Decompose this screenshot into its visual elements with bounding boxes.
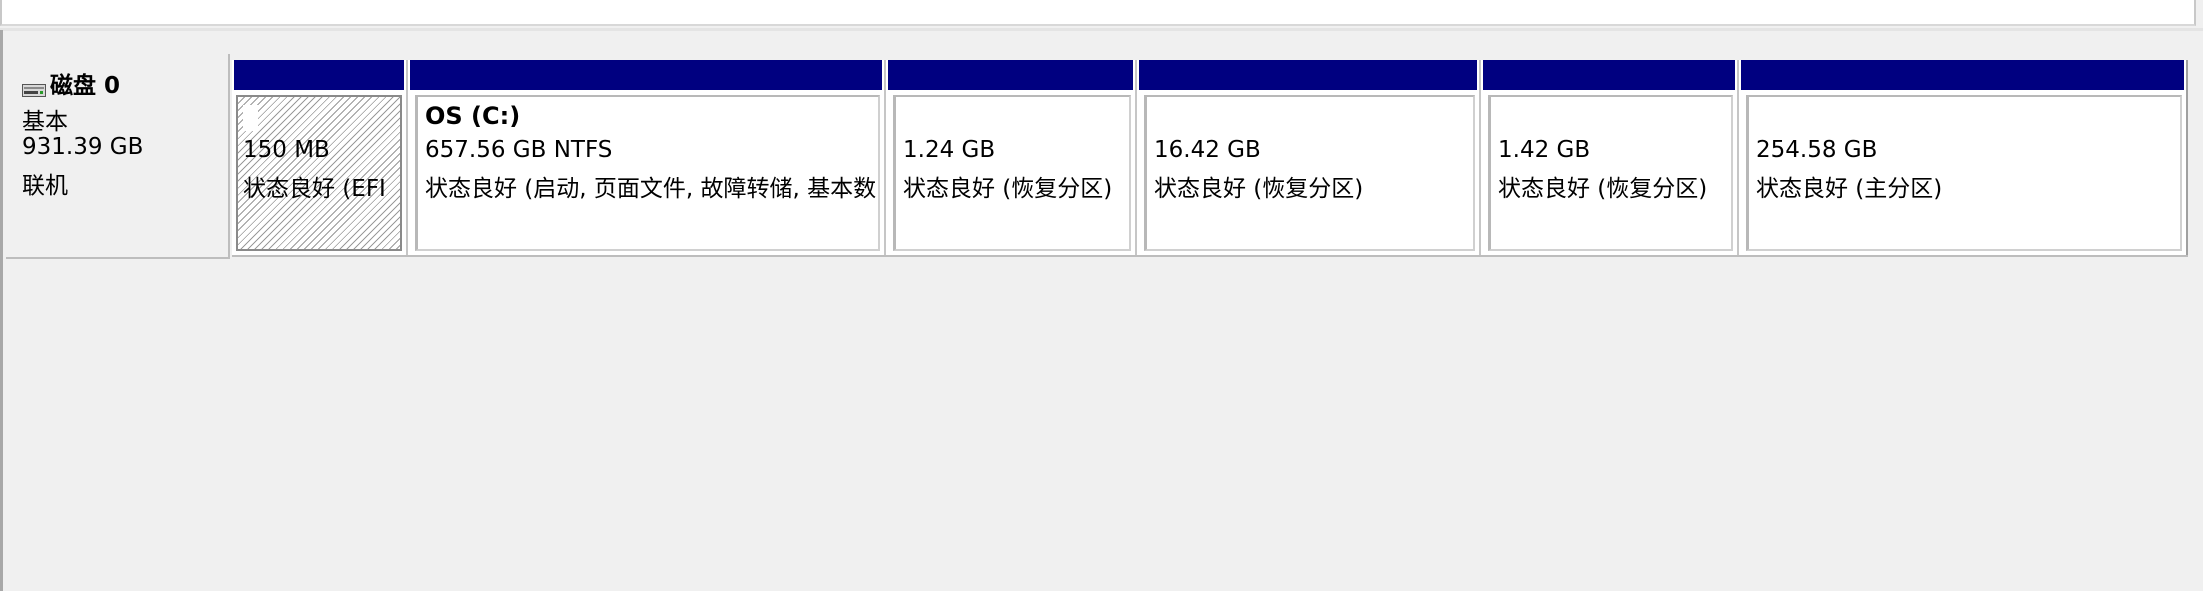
partition-primary[interactable]: 254.58 GB 状态良好 (主分区) [1739,60,2186,255]
partition-status: 状态良好 (恢复分区) [1154,176,1364,202]
partition-size: 254.58 GB [1756,137,1878,163]
partition-status: 状态良好 (EFI [243,176,386,202]
partition-body[interactable]: 1.42 GB 状态良好 (恢复分区) [1488,95,1733,251]
disk-drive-icon [22,77,46,97]
partition-bar [888,60,1133,90]
partition-body[interactable]: 1.24 GB 状态良好 (恢复分区) [893,95,1131,251]
partition-efi[interactable]: 150 MB 状态良好 (EFI [232,60,408,255]
partition-status: 状态良好 (主分区) [1756,176,1943,202]
partition-bar [1139,60,1477,90]
partition-body[interactable]: 150 MB 状态良好 (EFI [236,95,402,251]
partition-bar [1483,60,1735,90]
partition-recovery-3[interactable]: 1.42 GB 状态良好 (恢复分区) [1481,60,1739,255]
partition-recovery-2[interactable]: 16.42 GB 状态良好 (恢复分区) [1137,60,1481,255]
partition-status: 状态良好 (启动, 页面文件, 故障转储, 基本数 [425,176,877,202]
partition-name: OS (C:) [425,102,521,130]
partition-size: 1.24 GB [903,137,996,163]
disk-name: 磁盘 0 [50,73,121,99]
disk-title: 磁盘 0 [22,66,120,100]
partition-body[interactable]: OS (C:) 657.56 GB NTFS 状态良好 (启动, 页面文件, 故… [415,95,880,251]
disk-type: 基本 [22,109,68,135]
partition-status: 状态良好 (恢复分区) [903,176,1113,202]
partition-bar [234,60,404,90]
partition-recovery-1[interactable]: 1.24 GB 状态良好 (恢复分区) [886,60,1137,255]
partition-row: 150 MB 状态良好 (EFI OS (C:) 657.56 GB NTFS … [232,60,2188,255]
partition-bar [410,60,882,90]
partition-row-divider [232,255,2188,257]
partition-os-c[interactable]: OS (C:) 657.56 GB NTFS 状态良好 (启动, 页面文件, 故… [408,60,886,255]
partition-body[interactable]: 254.58 GB 状态良好 (主分区) [1746,95,2182,251]
disk-capacity: 931.39 GB [22,134,144,160]
partition-size: 16.42 GB [1154,137,1261,163]
disk-status: 联机 [22,173,68,199]
disk-management-view: 磁盘 0 基本 931.39 GB 联机 150 MB 状态良好 (EFI OS… [0,0,2203,591]
pane-splitter[interactable] [0,28,2203,31]
partition-bar [1741,60,2184,90]
partition-label-gap [243,105,258,131]
partition-status: 状态良好 (恢复分区) [1498,176,1708,202]
partition-size: 1.42 GB [1498,137,1591,163]
partition-size: 657.56 GB NTFS [425,137,613,163]
partition-size: 150 MB [243,137,330,163]
volume-list-pane-bottom[interactable] [0,0,2196,26]
disk-0-header[interactable]: 磁盘 0 基本 931.39 GB 联机 [6,54,230,259]
partition-body[interactable]: 16.42 GB 状态良好 (恢复分区) [1144,95,1475,251]
empty-disk-area [3,262,2203,591]
